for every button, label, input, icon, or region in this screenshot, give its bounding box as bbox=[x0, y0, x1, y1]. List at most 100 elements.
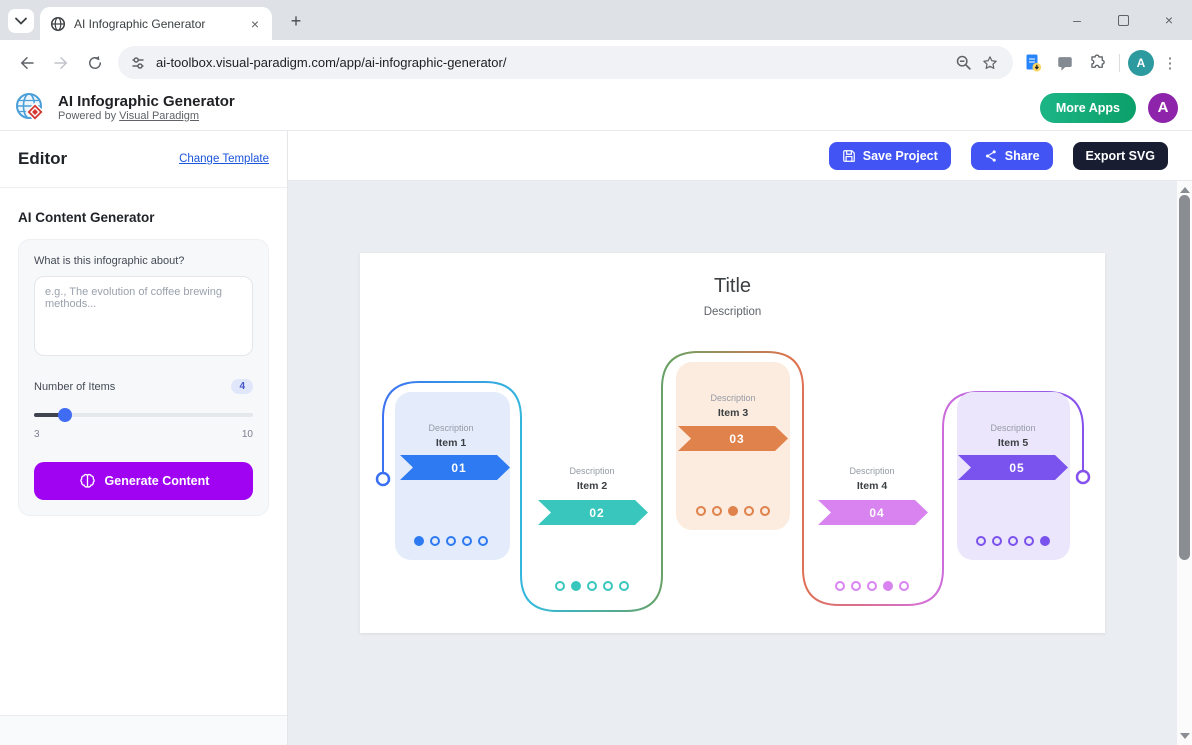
slider-min-label: 3 bbox=[34, 429, 40, 440]
zoom-out-icon bbox=[955, 54, 973, 72]
item-progress-dot bbox=[620, 582, 628, 590]
infographic-item-3[interactable]: Description Item 3 03 bbox=[676, 362, 790, 530]
account-avatar[interactable]: A bbox=[1148, 93, 1178, 123]
slider-minmax-row: 3 10 bbox=[34, 429, 253, 440]
editor-sidebar: Editor Change Template AI Content Genera… bbox=[0, 131, 288, 745]
more-apps-button[interactable]: More Apps bbox=[1040, 93, 1136, 123]
speech-bubble-icon bbox=[1056, 54, 1074, 72]
save-icon bbox=[842, 149, 856, 163]
close-window-icon[interactable]: × bbox=[1146, 0, 1192, 40]
content-row: Editor Change Template AI Content Genera… bbox=[0, 131, 1192, 745]
prompt-input[interactable] bbox=[34, 276, 253, 356]
save-project-label: Save Project bbox=[863, 149, 938, 163]
generate-content-button[interactable]: Generate Content bbox=[34, 462, 253, 500]
reload-button[interactable] bbox=[81, 49, 109, 77]
url-bar[interactable]: ai-toolbox.visual-paradigm.com/app/ai-in… bbox=[118, 46, 1013, 79]
item-label[interactable]: Item 3 bbox=[718, 407, 749, 419]
item-description[interactable]: Description bbox=[569, 466, 614, 476]
scrollbar-thumb[interactable] bbox=[1179, 195, 1190, 560]
item-label[interactable]: Item 5 bbox=[998, 437, 1029, 449]
item-number: 04 bbox=[869, 506, 884, 520]
browser-menu-icon[interactable]: ⋮ bbox=[1158, 54, 1182, 72]
item-label[interactable]: Item 2 bbox=[577, 480, 608, 492]
forward-button[interactable] bbox=[47, 49, 75, 77]
item-progress-dot bbox=[884, 582, 892, 590]
infographic-svg[interactable]: Title Description DescriptionItem 101Des… bbox=[360, 253, 1105, 633]
export-svg-label: Export SVG bbox=[1086, 149, 1155, 163]
back-button[interactable] bbox=[13, 49, 41, 77]
item-progress-dot bbox=[604, 582, 612, 590]
share-label: Share bbox=[1005, 149, 1040, 163]
ai-content-generator-panel: What is this infographic about? Number o… bbox=[18, 239, 269, 516]
browser-profile-avatar[interactable]: A bbox=[1128, 50, 1154, 76]
infographic-item-5[interactable]: DescriptionItem 505 bbox=[957, 392, 1070, 560]
new-tab-button[interactable]: + bbox=[284, 9, 308, 33]
infographic-item-1[interactable]: DescriptionItem 101 bbox=[395, 392, 510, 560]
maximize-icon[interactable] bbox=[1100, 0, 1146, 40]
minimize-icon[interactable]: – bbox=[1054, 0, 1100, 40]
forward-arrow-icon bbox=[52, 54, 70, 72]
number-of-items-row: Number of Items 4 bbox=[34, 379, 253, 394]
docs-offline-extension-button[interactable] bbox=[1019, 49, 1047, 77]
back-arrow-icon bbox=[18, 54, 36, 72]
item-progress-dot bbox=[572, 582, 580, 590]
item-progress-dot bbox=[868, 582, 876, 590]
maximize-glyph bbox=[1118, 15, 1129, 26]
tab-strip: AI Infographic Generator × + – × bbox=[0, 0, 1192, 40]
slider-max-label: 10 bbox=[242, 429, 253, 440]
item-progress-dot bbox=[836, 582, 844, 590]
powered-prefix: Powered by bbox=[58, 110, 116, 122]
browser-tab[interactable]: AI Infographic Generator × bbox=[40, 7, 272, 40]
app-header: AI Infographic Generator Powered by Visu… bbox=[0, 85, 1192, 131]
infographic-item-2[interactable]: DescriptionItem 202 bbox=[538, 466, 648, 590]
number-of-items-slider[interactable] bbox=[34, 408, 253, 422]
slider-thumb[interactable] bbox=[58, 408, 72, 422]
change-template-link[interactable]: Change Template bbox=[179, 153, 269, 165]
notes-extension-button[interactable] bbox=[1051, 49, 1079, 77]
share-button[interactable]: Share bbox=[971, 142, 1053, 170]
project-toolbar: Save Project Share Export SVG bbox=[288, 131, 1192, 181]
item-progress-dot bbox=[900, 582, 908, 590]
infographic-title[interactable]: Title bbox=[714, 275, 751, 297]
site-settings-icon[interactable] bbox=[130, 55, 146, 71]
scrollbar-down-icon[interactable] bbox=[1177, 729, 1192, 743]
item-description[interactable]: Description bbox=[710, 393, 755, 403]
main-area: Save Project Share Export SVG bbox=[288, 131, 1192, 745]
prompt-label: What is this infographic about? bbox=[34, 255, 253, 267]
tab-search-button[interactable] bbox=[8, 9, 34, 33]
infographic-subtitle[interactable]: Description bbox=[704, 306, 762, 318]
zoom-level-button[interactable] bbox=[951, 50, 977, 76]
tab-close-icon[interactable]: × bbox=[246, 15, 264, 33]
tab-title: AI Infographic Generator bbox=[74, 17, 246, 31]
item-label[interactable]: Item 1 bbox=[436, 437, 467, 449]
canvas-area[interactable]: Title Description DescriptionItem 101Des… bbox=[288, 181, 1192, 745]
infographic-artboard[interactable]: Title Description DescriptionItem 101Des… bbox=[360, 253, 1105, 633]
document-download-icon bbox=[1023, 53, 1043, 73]
item-description[interactable]: Description bbox=[990, 423, 1035, 433]
infographic-item-4[interactable]: Description Item 4 04 bbox=[818, 466, 928, 590]
vertical-scrollbar[interactable] bbox=[1177, 181, 1192, 745]
item-number: 03 bbox=[729, 432, 744, 446]
item-progress-dot bbox=[729, 507, 737, 515]
extensions-menu-button[interactable] bbox=[1083, 49, 1111, 77]
item-progress-dot bbox=[556, 582, 564, 590]
window-controls: – × bbox=[1054, 0, 1192, 40]
ai-content-generator-title: AI Content Generator bbox=[18, 210, 269, 225]
reload-icon bbox=[86, 54, 104, 72]
item-progress-dot bbox=[415, 537, 423, 545]
item-description[interactable]: Description bbox=[849, 466, 894, 476]
star-icon bbox=[981, 54, 999, 72]
save-project-button[interactable]: Save Project bbox=[829, 142, 951, 170]
item-description[interactable]: Description bbox=[428, 423, 473, 433]
app-title-block: AI Infographic Generator Powered by Visu… bbox=[58, 94, 235, 122]
powered-by: Powered by Visual Paradigm bbox=[58, 110, 235, 122]
visual-paradigm-link[interactable]: Visual Paradigm bbox=[119, 110, 199, 122]
bookmark-button[interactable] bbox=[977, 50, 1003, 76]
visual-paradigm-logo bbox=[14, 91, 48, 125]
item-label[interactable]: Item 4 bbox=[857, 480, 888, 492]
sidebar-header: Editor Change Template bbox=[0, 131, 287, 188]
url-text[interactable]: ai-toolbox.visual-paradigm.com/app/ai-in… bbox=[156, 55, 951, 70]
sidebar-body: AI Content Generator What is this infogr… bbox=[0, 188, 287, 715]
export-svg-button[interactable]: Export SVG bbox=[1073, 142, 1168, 170]
sidebar-footer bbox=[0, 715, 287, 745]
